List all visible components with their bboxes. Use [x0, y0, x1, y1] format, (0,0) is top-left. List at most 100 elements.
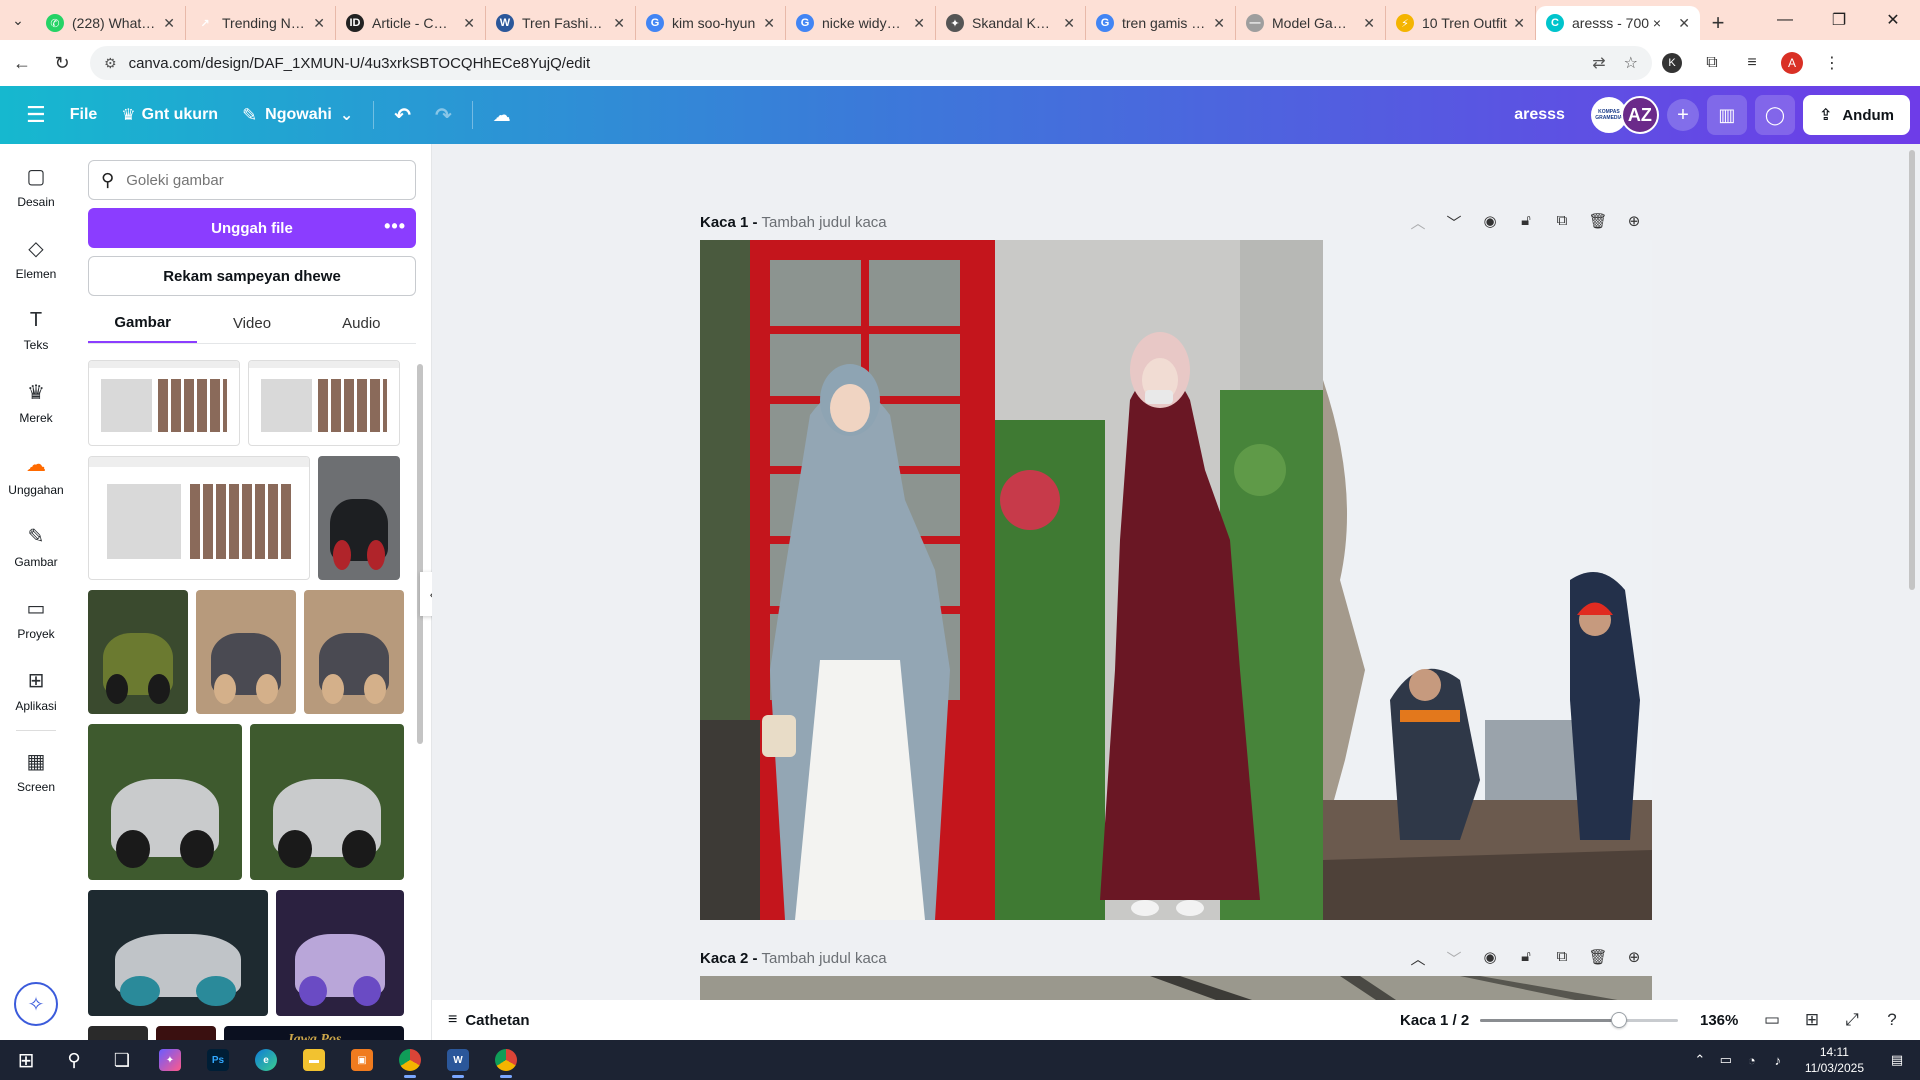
- close-tab-icon[interactable]: ✕: [1513, 15, 1525, 32]
- close-tab-icon[interactable]: ✕: [1678, 15, 1690, 32]
- rail-item-elemen[interactable]: ◇ Elemen: [0, 222, 72, 294]
- uploaded-image-thumbnail[interactable]: [250, 724, 404, 880]
- browser-tab[interactable]: ID Article - CMS E ✕: [336, 6, 486, 40]
- uploaded-image-thumbnail[interactable]: Jawa Pos: [224, 1026, 404, 1040]
- tab-audio[interactable]: Audio: [307, 304, 416, 343]
- panel-scrollbar[interactable]: [416, 352, 424, 1032]
- page-indicator[interactable]: Kaca 1 / 2: [1400, 1012, 1469, 1029]
- uploaded-image-thumbnail[interactable]: [88, 724, 242, 880]
- clock[interactable]: 14:11 11/03/2025: [1805, 1044, 1864, 1076]
- browser-tab[interactable]: ↗ Trending Now ✕: [186, 6, 336, 40]
- user-avatar[interactable]: AZ: [1620, 96, 1659, 134]
- invite-button[interactable]: +: [1666, 99, 1699, 131]
- trash-icon[interactable]: 🗑︎: [1580, 948, 1616, 969]
- browser-tab[interactable]: W Tren Fashion Le ✕: [486, 6, 636, 40]
- main-menu-button[interactable]: ☰: [14, 95, 58, 135]
- design-page-2[interactable]: [700, 976, 1652, 1000]
- profile-a-button[interactable]: A: [1772, 45, 1812, 81]
- close-tab-icon[interactable]: ✕: [463, 15, 475, 32]
- rail-item-desain[interactable]: ▢ Desain: [0, 150, 72, 222]
- rail-item-unggahan[interactable]: ☁ Unggahan: [0, 438, 72, 510]
- close-tab-icon[interactable]: ✕: [613, 15, 625, 32]
- magic-assistant-button[interactable]: ✧: [14, 982, 58, 1026]
- zoom-level[interactable]: 136%: [1700, 1012, 1738, 1029]
- speaker-icon[interactable]: ♪: [1765, 1053, 1791, 1068]
- uploaded-image-thumbnail[interactable]: [304, 590, 404, 714]
- start-button[interactable]: ⊞: [2, 1040, 50, 1080]
- browser-tab[interactable]: — Model Gamis L ✕: [1236, 6, 1386, 40]
- trash-icon[interactable]: 🗑︎: [1580, 212, 1616, 233]
- profile-k-button[interactable]: K: [1652, 45, 1692, 81]
- taskbar-app-orange[interactable]: ▣: [338, 1040, 386, 1080]
- duplicate-icon[interactable]: ⧉: [1544, 948, 1580, 969]
- uploaded-image-thumbnail[interactable]: [88, 590, 188, 714]
- browser-tab[interactable]: Gtren gamis leb ✕: [1086, 6, 1236, 40]
- uploaded-image-thumbnail[interactable]: [276, 890, 404, 1016]
- browser-menu-button[interactable]: ⋮: [1812, 45, 1852, 81]
- taskbar-edge[interactable]: e: [242, 1040, 290, 1080]
- notes-button[interactable]: ≡ Cathetan: [448, 1011, 530, 1029]
- tab-gambar[interactable]: Gambar: [88, 304, 198, 343]
- add-page-icon[interactable]: ⊕: [1616, 948, 1652, 969]
- uploaded-image-thumbnail[interactable]: [88, 890, 268, 1016]
- record-yourself-button[interactable]: Rekam sampeyan dhewe: [88, 256, 416, 296]
- uploaded-image-thumbnail[interactable]: [318, 456, 400, 580]
- chevron-up-icon[interactable]: ︿: [1400, 948, 1436, 969]
- hide-eye-icon[interactable]: ◉: [1472, 212, 1508, 233]
- image-search[interactable]: ⚲: [88, 160, 416, 200]
- lock-icon[interactable]: 🔓︎: [1508, 212, 1544, 233]
- fullscreen-icon[interactable]: ⤢: [1832, 1010, 1872, 1030]
- lock-icon[interactable]: 🔓︎: [1508, 948, 1544, 969]
- rail-item-gambar[interactable]: ✎ Gambar: [0, 510, 72, 582]
- rail-item-screen[interactable]: ▦ Screen: [0, 735, 72, 807]
- page-2-image[interactable]: [700, 976, 1652, 1000]
- media-button[interactable]: ≡: [1732, 45, 1772, 81]
- task-view-button[interactable]: ❏: [98, 1040, 146, 1080]
- hide-eye-icon[interactable]: ◉: [1472, 948, 1508, 969]
- rail-item-proyek[interactable]: ▭ Proyek: [0, 582, 72, 654]
- uploaded-image-thumbnail[interactable]: [88, 360, 240, 446]
- notifications-icon[interactable]: ▤: [1884, 1052, 1910, 1068]
- collage-image[interactable]: [700, 240, 1652, 920]
- browser-tab[interactable]: ⚡ 10 Tren Outfit ✕: [1386, 6, 1536, 40]
- resize-button[interactable]: ♛ Gnt ukurn: [109, 95, 230, 135]
- file-menu-button[interactable]: File: [58, 95, 110, 135]
- uploaded-image-thumbnail[interactable]: [156, 1026, 216, 1040]
- save-status-button[interactable]: ☁: [481, 95, 523, 135]
- url-omnibox[interactable]: ⚙ canva.com/design/DAF_1XMUN-U/4u3xrkSBT…: [90, 46, 1652, 80]
- back-button[interactable]: ←: [4, 45, 40, 81]
- tab-video[interactable]: Video: [197, 304, 306, 343]
- grid-view-icon[interactable]: ⊞: [1792, 1010, 1832, 1030]
- chevron-down-icon[interactable]: ﹀: [1436, 212, 1472, 233]
- undo-button[interactable]: ↶: [382, 95, 423, 135]
- taskbar-chrome[interactable]: [386, 1040, 434, 1080]
- taskbar-explorer[interactable]: ▬: [290, 1040, 338, 1080]
- duplicate-icon[interactable]: ⧉: [1544, 212, 1580, 233]
- design-page-1[interactable]: [700, 240, 1652, 920]
- browser-tab[interactable]: Gkim soo-hyun ✕: [636, 6, 786, 40]
- page-title-input[interactable]: Tambah judul kaca: [762, 214, 887, 231]
- close-tab-icon[interactable]: ✕: [1363, 15, 1375, 32]
- uploaded-image-thumbnail[interactable]: [196, 590, 296, 714]
- page-title-input[interactable]: Tambah judul kaca: [762, 950, 887, 967]
- zoom-slider[interactable]: [1480, 1012, 1678, 1028]
- search-input[interactable]: [126, 171, 387, 189]
- chevron-up-icon[interactable]: ︿: [1400, 212, 1436, 233]
- new-tab-button[interactable]: +: [1700, 6, 1736, 40]
- wifi-icon[interactable]: ◔: [1739, 1053, 1765, 1068]
- canvas-scrollbar[interactable]: [1908, 150, 1916, 1000]
- chevron-up-icon[interactable]: ⌃: [1687, 1052, 1713, 1068]
- chevron-down-icon[interactable]: ﹀: [1436, 948, 1472, 969]
- reload-button[interactable]: ↻: [44, 45, 80, 81]
- url-text[interactable]: canva.com/design/DAF_1XMUN-U/4u3xrkSBTOC…: [129, 55, 1575, 72]
- translate-icon[interactable]: ⇄: [1592, 53, 1605, 73]
- uploaded-image-thumbnail[interactable]: [88, 456, 310, 580]
- close-tab-icon[interactable]: ✕: [163, 15, 175, 32]
- upload-file-button[interactable]: Unggah file •••: [88, 208, 416, 248]
- bookmark-star-icon[interactable]: ☆: [1624, 53, 1638, 73]
- edit-mode-button[interactable]: ✎ Ngowahi ⌄: [230, 95, 365, 135]
- minimize-icon[interactable]: —: [1758, 0, 1812, 40]
- insights-button[interactable]: ▥: [1706, 95, 1747, 135]
- taskbar-photoshop[interactable]: Ps: [194, 1040, 242, 1080]
- rail-item-aplikasi[interactable]: ⊞ Aplikasi: [0, 654, 72, 726]
